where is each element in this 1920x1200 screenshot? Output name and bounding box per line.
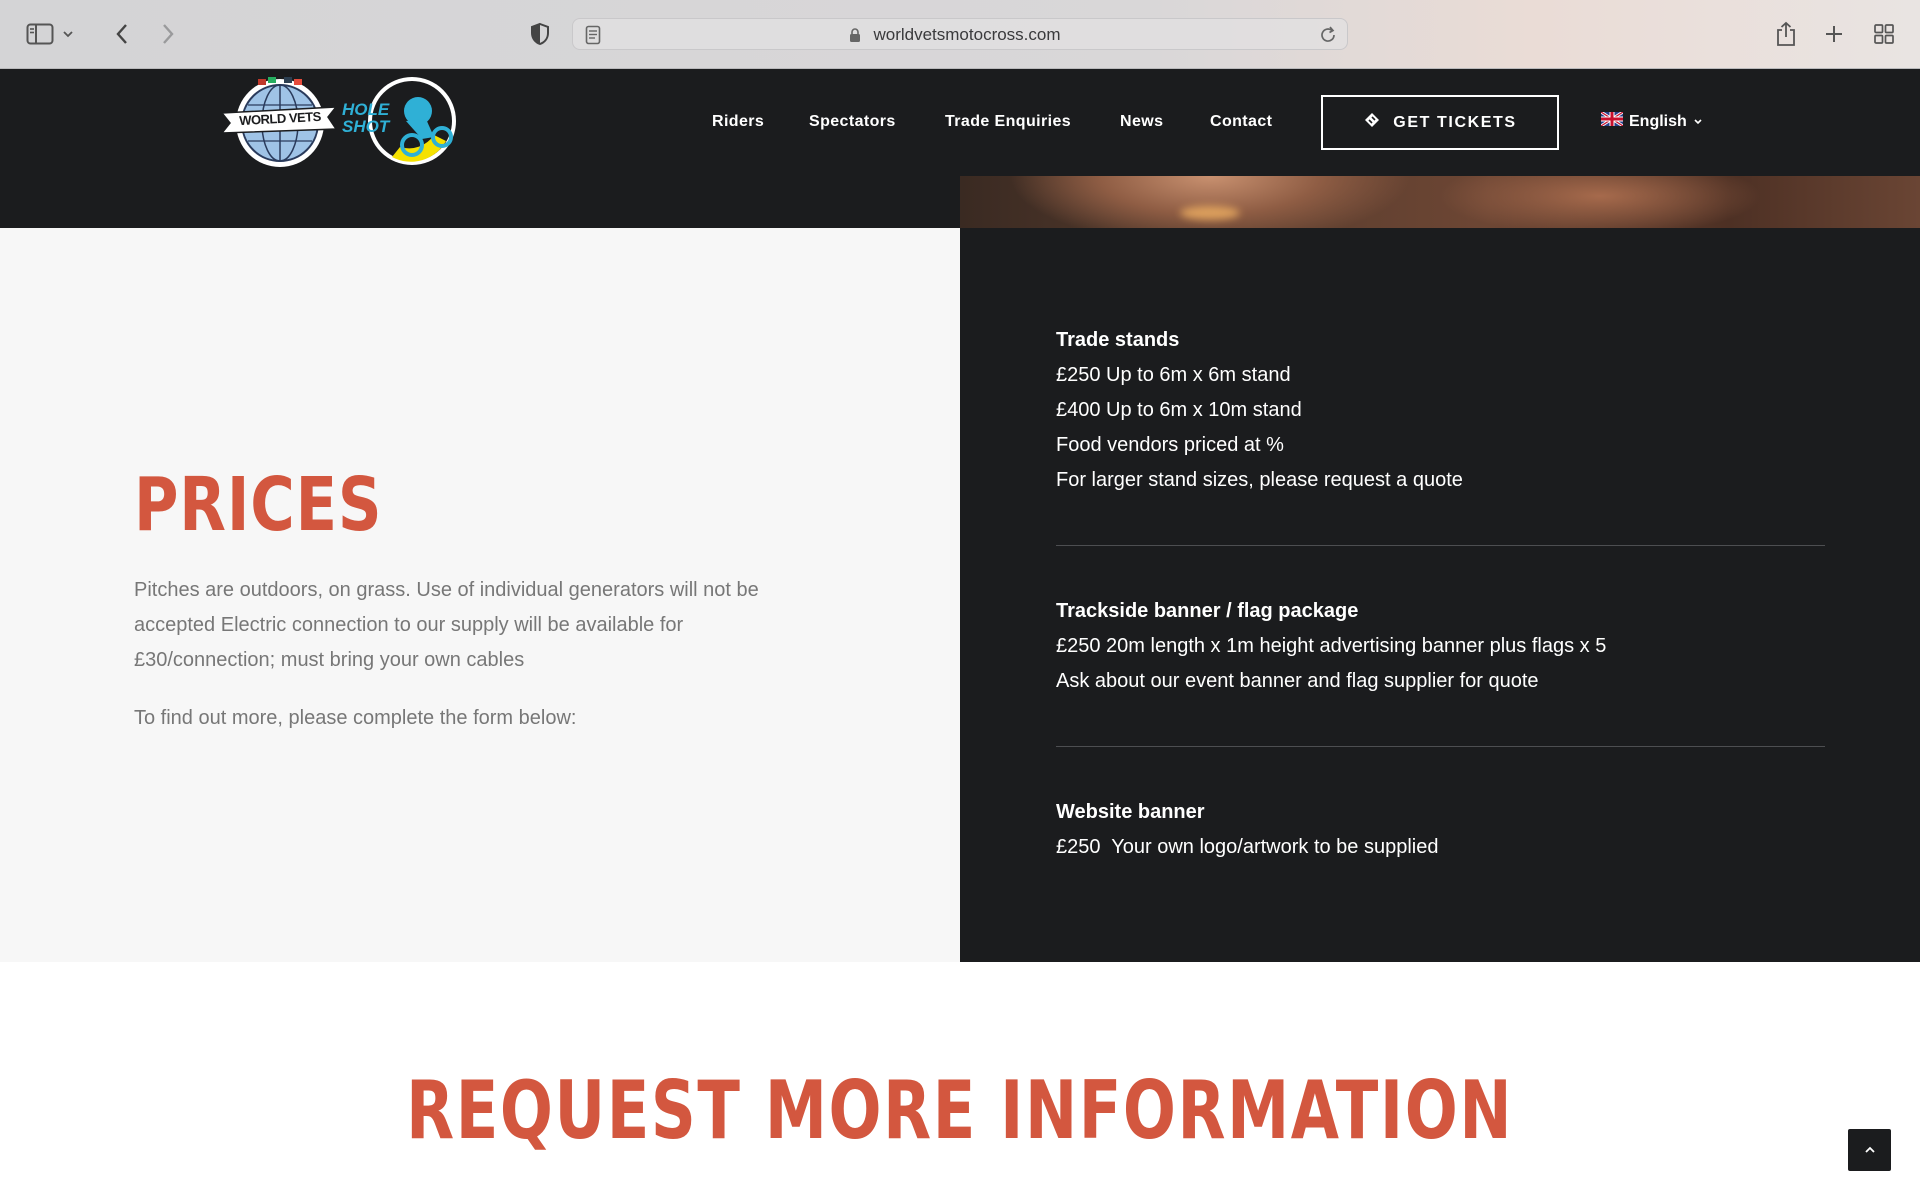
nav-news[interactable]: News [1120, 113, 1163, 131]
shield-icon[interactable] [522, 16, 558, 52]
price-line: £400 Up to 6m x 10m stand [1056, 399, 1302, 421]
price-block-title: Website banner [1056, 801, 1205, 823]
language-label: English [1629, 112, 1687, 130]
hero-strip-left [0, 176, 960, 228]
price-line: £250 Up to 6m x 6m stand [1056, 364, 1291, 386]
price-block-title: Trade stands [1056, 329, 1180, 351]
nav-contact[interactable]: Contact [1210, 113, 1272, 131]
nav-riders[interactable]: Riders [712, 113, 764, 131]
request-info-title-text: REQUEST MORE INFORMATION [406, 1064, 1514, 1157]
world-vets-logo[interactable]: WORLD VETS [218, 73, 340, 173]
prices-form-note: To find out more, please complete the fo… [134, 707, 577, 729]
divider [1056, 545, 1825, 546]
get-tickets-label: GET TICKETS [1393, 113, 1517, 131]
plus-icon[interactable] [1816, 16, 1852, 52]
price-line: Ask about our event banner and flag supp… [1056, 670, 1539, 692]
language-selector[interactable]: English [1600, 110, 1703, 131]
forward-icon[interactable] [150, 16, 186, 52]
back-icon[interactable] [104, 16, 140, 52]
hero-image-highlight [1180, 206, 1240, 220]
price-block-trade-stands: Trade stands £250 Up to 6m x 6m stand £4… [1056, 323, 1826, 498]
reload-icon[interactable] [1319, 25, 1337, 50]
chevron-up-icon [1864, 1141, 1876, 1159]
hole-shot-logo[interactable]: HOLE SHOT [342, 75, 460, 171]
scroll-to-top-button[interactable] [1848, 1129, 1891, 1171]
price-line: £250 20m length x 1m height advertising … [1056, 635, 1607, 657]
request-info-title: REQUEST MORE INFORMATION [0, 1064, 1920, 1157]
prices-paragraph: Pitches are outdoors, on grass. Use of i… [134, 579, 759, 671]
nav-spectators[interactable]: Spectators [809, 113, 896, 131]
share-icon[interactable] [1768, 16, 1804, 52]
tab-grid-icon[interactable] [1866, 16, 1902, 52]
ticket-icon [1363, 111, 1381, 134]
price-line: For larger stand sizes, please request a… [1056, 469, 1463, 491]
price-line: £250 Your own logo/artwork to be supplie… [1056, 836, 1439, 858]
url-text: worldvetsmotocross.com [873, 25, 1061, 44]
divider [1056, 746, 1825, 747]
get-tickets-button[interactable]: GET TICKETS [1321, 95, 1559, 150]
nav-trade-enquiries[interactable]: Trade Enquiries [945, 113, 1071, 131]
chevron-down-icon[interactable] [58, 16, 78, 52]
hole-shot-logo-text: HOLE SHOT [342, 100, 390, 136]
sidebar-icon[interactable] [22, 16, 58, 52]
price-block-website-banner: Website banner £250 Your own logo/artwor… [1056, 795, 1826, 865]
hero-image [960, 176, 1920, 228]
address-bar[interactable]: worldvetsmotocross.com [572, 18, 1348, 50]
site-header: WORLD VETS HOLE SHOT Riders Spectators T… [0, 69, 1920, 176]
price-block-title: Trackside banner / flag package [1056, 600, 1359, 622]
chevron-down-icon [1693, 113, 1703, 131]
prices-title: PRICES [134, 462, 383, 548]
uk-flag-icon [1600, 110, 1624, 131]
browser-toolbar: worldvetsmotocross.com [0, 0, 1920, 69]
price-line: Food vendors priced at % [1056, 434, 1284, 456]
price-block-trackside-banner: Trackside banner / flag package £250 20m… [1056, 594, 1826, 699]
